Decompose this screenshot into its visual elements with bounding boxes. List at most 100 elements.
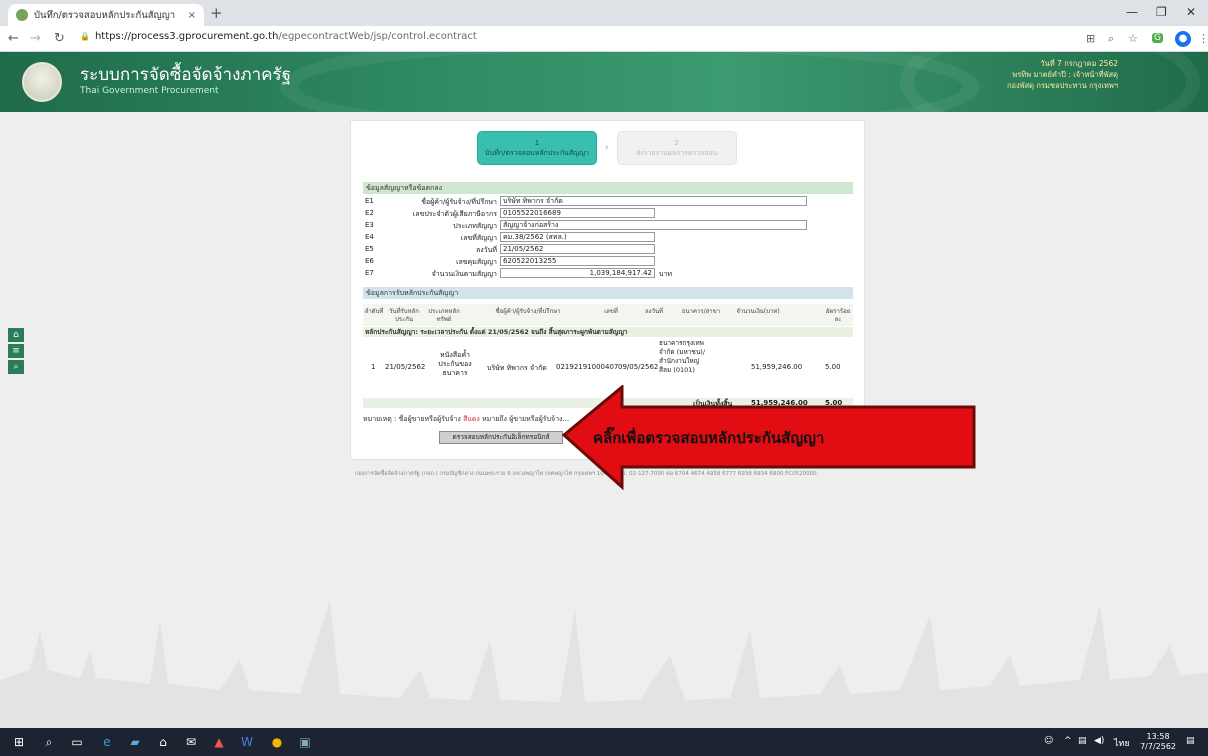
url-field[interactable]: 🔒 https://process3.gprocurement.go.th/egp… <box>80 31 477 42</box>
field-label: ชื่อผู้ค้า/ผู้รับจ้าง/ที่ปรึกษา <box>421 198 497 206</box>
field-code: E2 <box>365 209 374 217</box>
row-percent: 5.00 <box>825 363 841 371</box>
close-window-icon[interactable]: ✕ <box>1186 5 1196 19</box>
field-code: E4 <box>365 233 374 241</box>
tab-title: บันทึก/ตรวจสอบหลักประกันสัญญา <box>34 9 176 21</box>
row-bank: ธนาคารกรุงเทพ จำกัด (มหาชน)/สำนักงานใหญ่… <box>659 339 706 374</box>
close-tab-icon[interactable]: × <box>188 10 196 21</box>
col-header: ชื่อผู้ค้า/ผู้รับจ้าง/ที่ปรึกษา <box>495 308 561 315</box>
mail-icon[interactable]: ✉ <box>184 735 198 749</box>
col-header: จำนวนเงิน(บาท) <box>736 308 780 315</box>
new-tab-button[interactable]: + <box>210 4 223 22</box>
tax-id-field[interactable]: 0105522016689 <box>500 208 655 218</box>
wizard-steps: 1 บันทึก/ตรวจสอบหลักประกันสัญญา › 2 ส่งร… <box>477 131 737 165</box>
contract-number-field[interactable]: คม.38/2562 (สทล.) <box>500 232 655 242</box>
file-explorer-icon[interactable]: ▰ <box>128 735 142 749</box>
verify-guarantee-button[interactable]: ตรวจสอบหลักประกันอิเล็กทรอนิกส์ <box>439 431 563 444</box>
menu-kebab-icon[interactable]: ⋮ <box>1198 32 1208 45</box>
windows-start-icon[interactable]: ⊞ <box>12 735 26 749</box>
guarantee-table-header: ลำดับที่ วันที่รับหลักประกัน ประเภทหลักท… <box>363 304 853 326</box>
col-header: วันที่รับหลักประกัน <box>389 308 419 323</box>
browser-tab[interactable]: บันทึก/ตรวจสอบหลักประกันสัญญา × <box>8 4 204 26</box>
step-2-label: ส่งรายงานผลการตรวจสอบ <box>636 149 718 157</box>
col-header: ประเภทหลักทรัพย์ <box>428 308 460 323</box>
task-view-icon[interactable]: ▭ <box>70 735 84 749</box>
contract-type-field[interactable]: สัญญาจ้างก่อสร้าง <box>500 220 807 230</box>
field-row-e5: E5 ลงวันที่ 21/05/2562 <box>363 244 853 255</box>
windows-taskbar: ⊞ ⌕ ▭ e ▰ ⌂ ✉ ▲ W ● ▣ ☺ ^ ▤ ◀) ไทย 13:58… <box>0 728 1208 756</box>
network-icon[interactable]: ▤ <box>1078 736 1087 746</box>
address-bar: ← → ↻ 🔒 https://process3.gprocurement.go.… <box>0 26 1208 52</box>
control-number-field[interactable]: 620522013255 <box>500 256 655 266</box>
translate-icon[interactable]: ⊞ <box>1086 32 1095 45</box>
field-label: เลขประจำตัวผู้เสียภาษีอากร <box>412 210 497 218</box>
contract-section-header: ข้อมูลสัญญาหรือข้อตกลง <box>363 182 853 194</box>
note-text: หมายเหตุ : ชื่อผู้ขายหรือผู้รับจ้าง สีแด… <box>363 414 569 425</box>
col-header: ลงวันที่ <box>644 308 664 315</box>
minimize-icon[interactable]: — <box>1126 5 1138 19</box>
acrobat-icon[interactable]: ▲ <box>212 735 226 749</box>
note-prefix: หมายเหตุ : ชื่อผู้ขายหรือผู้รับจ้าง <box>363 415 461 423</box>
extension-icon[interactable]: G <box>1152 33 1163 43</box>
row-type: หนังสือค้ำประกันของธนาคาร <box>438 351 472 377</box>
taskbar-clock[interactable]: 13:58 7/7/2562 <box>1140 732 1176 752</box>
vendor-name-field[interactable]: บริษัท ทิพากร จำกัด <box>500 196 807 206</box>
row-number: 02192191000407 <box>556 363 619 371</box>
browser-tab-bar: บันทึก/ตรวจสอบหลักประกันสัญญา × + — ❐ ✕ <box>0 0 1208 26</box>
row-date: 21/05/2562 <box>385 363 426 371</box>
field-label: เลขคุมสัญญา <box>456 258 497 266</box>
field-row-e1: E1 ชื่อผู้ค้า/ผู้รับจ้าง/ที่ปรึกษา บริษั… <box>363 196 853 207</box>
col-header: เลขที่ <box>604 308 618 315</box>
bookmark-star-icon[interactable]: ☆ <box>1128 32 1138 45</box>
field-label: ประเภทสัญญา <box>453 222 497 230</box>
contract-amount-field[interactable]: 1,039,184,917.42 <box>500 268 655 278</box>
search-icon[interactable]: ⌕ <box>8 360 24 374</box>
row-no: 1 <box>371 363 376 371</box>
home-icon[interactable]: ⌂ <box>8 328 24 342</box>
field-row-e4: E4 เลขที่สัญญา คม.38/2562 (สทล.) <box>363 232 853 243</box>
clock-date: 7/7/2562 <box>1140 742 1176 751</box>
zoom-icon[interactable]: ⌕ <box>1108 32 1114 46</box>
step-1[interactable]: 1 บันทึก/ตรวจสอบหลักประกันสัญญา <box>477 131 597 165</box>
edge-icon[interactable]: e <box>100 735 114 749</box>
site-header: ระบบการจัดซื้อจัดจ้างภาครัฐ Thai Governm… <box>0 52 1208 112</box>
store-icon[interactable]: ⌂ <box>156 735 170 749</box>
profile-avatar-icon[interactable]: ● <box>1175 31 1191 47</box>
col-header: ลำดับที่ <box>364 308 384 315</box>
lock-icon: 🔒 <box>80 32 90 41</box>
field-label: เลขที่สัญญา <box>460 234 497 242</box>
maximize-icon[interactable]: ❐ <box>1156 5 1167 19</box>
field-code: E6 <box>365 257 374 265</box>
search-icon[interactable]: ⌕ <box>42 735 56 749</box>
field-row-e2: E2 เลขประจำตัวผู้เสียภาษีอากร 0105522016… <box>363 208 853 219</box>
forward-icon[interactable]: → <box>30 31 41 46</box>
people-icon[interactable]: ☺ <box>1044 736 1053 746</box>
clock-time: 13:58 <box>1146 732 1170 741</box>
field-row-e7: E7 จำนวนเงินตามสัญญา 1,039,184,917.42 บา… <box>363 268 853 279</box>
contract-date-field[interactable]: 21/05/2562 <box>500 244 655 254</box>
field-code: E3 <box>365 221 374 229</box>
guarantee-group-row: หลักประกันสัญญา: ระยะเวลาประกัน ตั้งแต่ … <box>363 327 853 337</box>
back-icon[interactable]: ← <box>8 31 19 46</box>
user-name: พรทิพ มาตย์คำปี : เจ้าหน้าที่พัสดุ <box>1012 70 1118 79</box>
row-dated: 09/05/2562 <box>618 363 659 371</box>
row-vendor: บริษัท ทิพากร จำกัด <box>487 364 547 372</box>
word-icon[interactable]: W <box>240 735 254 749</box>
note-suffix: หมายถึง ผู้ขายหรือผู้รับจ้าง... <box>482 415 570 423</box>
note-highlight: สีแดง <box>463 415 480 423</box>
app-icon[interactable]: ▣ <box>298 735 312 749</box>
tray-expand-icon[interactable]: ^ <box>1064 736 1072 746</box>
step-2[interactable]: 2 ส่งรายงานผลการตรวจสอบ <box>616 131 737 165</box>
notification-icon[interactable]: ▤ <box>1186 736 1195 746</box>
reload-icon[interactable]: ↻ <box>54 31 65 46</box>
chrome-icon[interactable]: ● <box>270 735 284 749</box>
field-code: E1 <box>365 197 374 205</box>
field-code: E5 <box>365 245 374 253</box>
side-toolbar: ⌂ ≡ ⌕ <box>8 328 24 376</box>
callout-text: คลิ๊กเพื่อตรวจสอบหลักประกันสัญญา <box>593 429 825 447</box>
field-row-e3: E3 ประเภทสัญญา สัญญาจ้างก่อสร้าง <box>363 220 853 231</box>
volume-icon[interactable]: ◀) <box>1094 736 1104 746</box>
language-indicator[interactable]: ไทย <box>1114 736 1130 750</box>
site-title: ระบบการจัดซื้อจัดจ้างภาครัฐ <box>80 65 292 85</box>
menu-icon[interactable]: ≡ <box>8 344 24 358</box>
